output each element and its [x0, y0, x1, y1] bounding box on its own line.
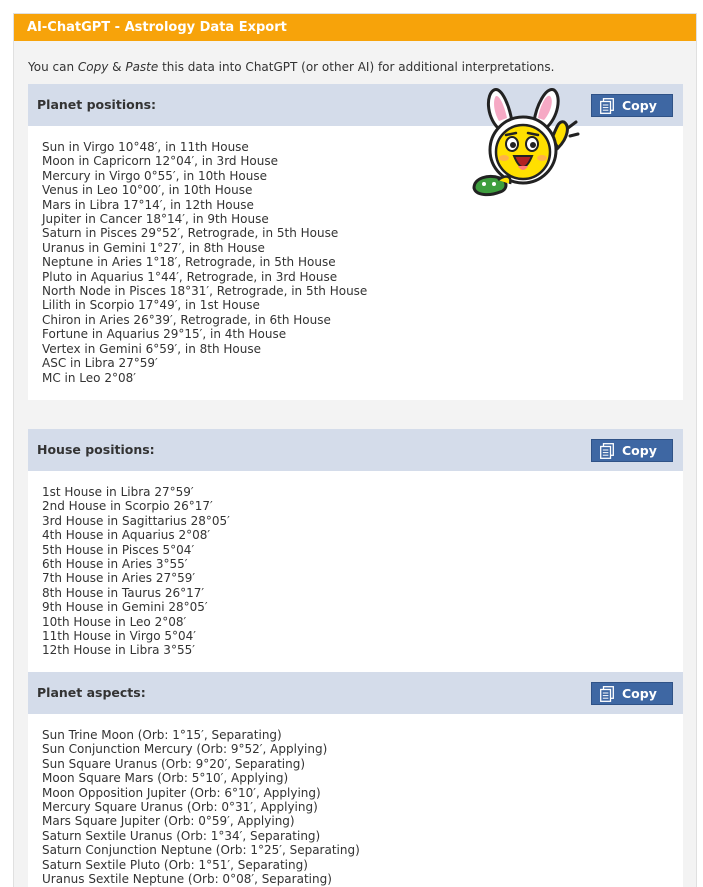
section-title: House positions:: [37, 442, 155, 457]
intro-suffix: this data into ChatGPT (or other AI) for…: [158, 60, 555, 74]
list-item: Moon Opposition Jupiter (Orb: 6°10′, App…: [42, 785, 321, 800]
list-item: 9th House in Gemini 28°05′: [42, 600, 208, 615]
intro-paste-word: Paste: [125, 60, 159, 74]
list-item: Uranus Sextile Neptune (Orb: 0°08′, Sepa…: [42, 872, 332, 887]
list-item: Sun Trine Moon (Orb: 1°15′, Separating): [42, 728, 282, 742]
list-item: ASC in Libra 27°59′: [42, 356, 158, 371]
list-item: 7th House in Aries 27°59′: [42, 571, 196, 586]
list-item: Sun Conjunction Mercury (Orb: 9°52′, App…: [42, 742, 328, 757]
list-item: Sun Square Uranus (Orb: 9°20′, Separatin…: [42, 756, 306, 771]
list-item: 3rd House in Sagittarius 28°05′: [42, 513, 230, 528]
list-item: Lilith in Scorpio 17°49′, in 1st House: [42, 298, 260, 313]
list-item: Jupiter in Cancer 18°14′, in 9th House: [42, 212, 269, 227]
list-item: Saturn Sextile Uranus (Orb: 1°34′, Separ…: [42, 828, 321, 843]
section-header: Planet aspects: Copy: [28, 672, 683, 714]
list-item: Saturn Sextile Pluto (Orb: 1°51′, Separa…: [42, 857, 308, 872]
list-item: 6th House in Aries 3°55′: [42, 557, 188, 572]
copy-button-label: Copy: [622, 443, 657, 458]
list-item: Neptune in Aries 1°18′, Retrograde, in 5…: [42, 255, 336, 270]
list-item: 2nd House in Scorpio 26°17′: [42, 499, 213, 514]
planet-positions-section: Planet positions: Copy Sun in Virgo 10°4…: [28, 84, 683, 400]
copy-planet-aspects-button[interactable]: Copy: [591, 682, 673, 705]
list-item: Saturn in Pisces 29°52′, Retrograde, in …: [42, 226, 339, 241]
planet-positions-list: Sun in Virgo 10°48′, in 11th House Moon …: [28, 126, 683, 385]
list-item: Sun in Virgo 10°48′, in 11th House: [42, 140, 249, 154]
list-item: Moon Square Mars (Orb: 5°10′, Applying): [42, 771, 289, 786]
list-item: Mars Square Jupiter (Orb: 0°59′, Applyin…: [42, 814, 295, 829]
section-header: Planet positions: Copy: [28, 84, 683, 126]
list-item: Saturn Conjunction Neptune (Orb: 1°25′, …: [42, 843, 360, 858]
copy-button-label: Copy: [622, 98, 657, 113]
copy-button-label: Copy: [622, 686, 657, 701]
intro-text: You can Copy & Paste this data into Chat…: [28, 60, 554, 74]
list-item: Chiron in Aries 26°39′, Retrograde, in 6…: [42, 312, 331, 327]
list-item: 1st House in Libra 27°59′: [42, 485, 194, 499]
list-item: 12th House in Libra 3°55′: [42, 643, 195, 658]
copy-icon: [600, 685, 614, 702]
copy-planet-positions-button[interactable]: Copy: [591, 94, 673, 117]
list-item: Fortune in Aquarius 29°15′, in 4th House: [42, 327, 287, 342]
intro-amp: &: [108, 60, 126, 74]
intro-prefix: You can: [28, 60, 78, 74]
copy-icon: [600, 97, 614, 114]
list-item: MC in Leo 2°08′: [42, 370, 136, 385]
list-item: North Node in Pisces 18°31′, Retrograde,…: [42, 284, 368, 299]
planet-aspects-section: Planet aspects: Copy Sun Trine Moon (Orb…: [28, 672, 683, 887]
list-item: Mercury Square Uranus (Orb: 0°31′, Apply…: [42, 800, 318, 815]
list-item: Moon in Capricorn 12°04′, in 3rd House: [42, 154, 278, 169]
list-item: Mercury in Virgo 0°55′, in 10th House: [42, 168, 267, 183]
intro-copy-word: Copy: [77, 60, 109, 74]
list-item: Uranus in Gemini 1°27′, in 8th House: [42, 240, 265, 255]
section-header: House positions: Copy: [28, 429, 683, 471]
bunny-mascot-icon: [472, 88, 580, 197]
panel-title: AI-ChatGPT - Astrology Data Export: [14, 14, 696, 41]
list-item: 10th House in Leo 2°08′: [42, 614, 187, 629]
copy-house-positions-button[interactable]: Copy: [591, 439, 673, 462]
list-item: Venus in Leo 10°00′, in 10th House: [42, 183, 253, 198]
list-item: 11th House in Virgo 5°04′: [42, 629, 196, 644]
list-item: 4th House in Aquarius 2°08′: [42, 528, 211, 543]
export-panel: AI-ChatGPT - Astrology Data Export You c…: [13, 13, 697, 887]
copy-icon: [600, 442, 614, 459]
section-title: Planet aspects:: [37, 685, 146, 700]
house-positions-section: House positions: Copy 1st House in Libra…: [28, 429, 683, 672]
list-item: 5th House in Pisces 5°04′: [42, 542, 195, 557]
house-positions-list: 1st House in Libra 27°59′ 2nd House in S…: [28, 471, 683, 658]
list-item: Vertex in Gemini 6°59′, in 8th House: [42, 341, 261, 356]
list-item: Mars in Libra 17°14′, in 12th House: [42, 197, 254, 212]
planet-aspects-list: Sun Trine Moon (Orb: 1°15′, Separating) …: [28, 714, 683, 886]
list-item: Pluto in Aquarius 1°44′, Retrograde, in …: [42, 269, 338, 284]
section-title: Planet positions:: [37, 97, 157, 112]
list-item: 8th House in Taurus 26°17′: [42, 585, 205, 600]
